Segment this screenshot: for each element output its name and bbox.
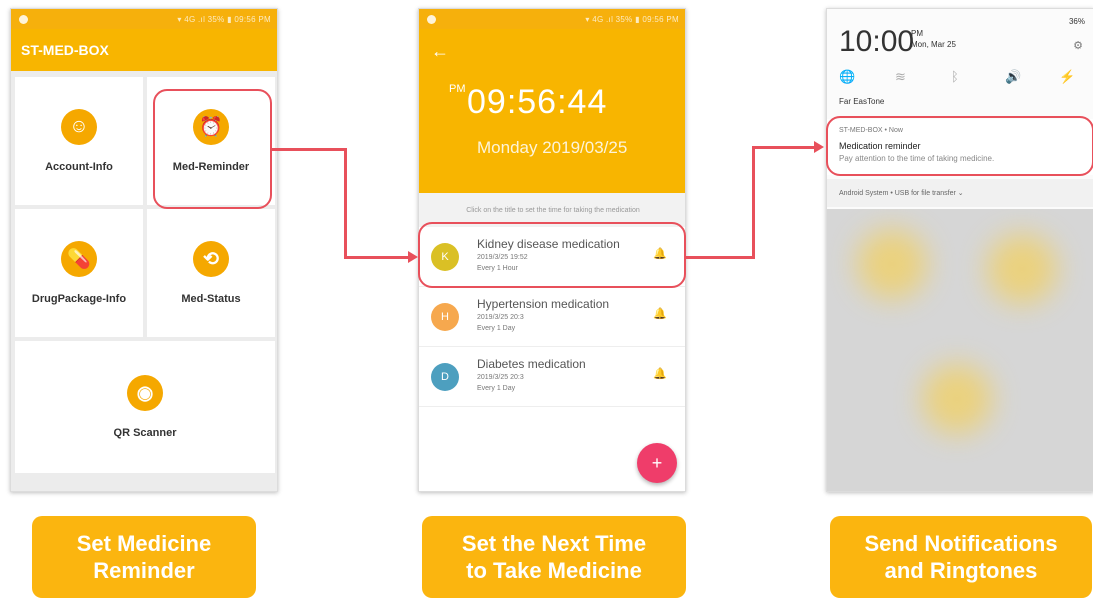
- add-medication-button[interactable]: +: [637, 443, 677, 483]
- app-title: ST-MED-BOX: [11, 29, 277, 71]
- gear-icon[interactable]: ⚙: [1073, 39, 1083, 52]
- back-arrow-icon[interactable]: ←: [431, 41, 449, 62]
- highlight-notification: [826, 116, 1093, 176]
- status-bar: ▾ 4G .ıl 35% ▮ 09:56 PM: [11, 9, 277, 29]
- system-notification[interactable]: Android System • USB for file transfer ⌄: [827, 179, 1093, 207]
- connector-line: [752, 146, 816, 149]
- medication-time: 2019/3/25 20:3: [477, 374, 524, 381]
- highlight-kidney-medication: [418, 222, 686, 288]
- status-bar: ▾ 4G .ıl 35% ▮ 09:56 PM: [419, 9, 685, 29]
- med-status-tile[interactable]: ⟲ Med-Status: [147, 209, 275, 337]
- tile-label: Med-Status: [181, 293, 241, 305]
- history-icon: ⟲: [193, 241, 229, 277]
- battery-level: 36%: [1068, 17, 1085, 26]
- caption-line: Reminder: [93, 558, 195, 583]
- connector-line: [752, 146, 755, 259]
- caption-line: Send Notifications: [864, 531, 1058, 556]
- connector-line: [686, 256, 754, 259]
- drug-package-info-tile[interactable]: 💊 DrugPackage-Info: [15, 209, 143, 337]
- ampm-label: PM: [449, 83, 466, 95]
- tile-label: DrugPackage-Info: [31, 293, 127, 305]
- medication-name[interactable]: Diabetes medication: [477, 357, 586, 371]
- blurred-shape: [857, 229, 927, 299]
- carrier-name: Far EasTone: [839, 97, 885, 106]
- flashlight-icon[interactable]: ⚡: [1059, 69, 1075, 85]
- caption-notifications: Send Notifications and Ringtones: [830, 516, 1092, 598]
- phone-notification-screen: 36% 10:00 PM Mon, Mar 25 ⚙ 🌐 ≋ ᛒ 🔊 ⚡ Far…: [826, 8, 1093, 492]
- network-icon[interactable]: 🌐: [839, 69, 855, 85]
- caption-line: and Ringtones: [884, 558, 1038, 583]
- avatar: H: [431, 303, 459, 331]
- medication-frequency: Every 1 Day: [477, 385, 516, 392]
- current-date: Monday 2019/03/25: [477, 138, 628, 157]
- qr-scanner-tile[interactable]: ◉ QR Scanner: [15, 341, 275, 473]
- connector-line: [344, 148, 347, 258]
- account-info-tile[interactable]: ☺ Account-Info: [15, 77, 143, 205]
- clock-header: ← PM 09:56:44 Monday 2019/03/25: [419, 29, 685, 193]
- caption-set-reminder: Set Medicine Reminder: [32, 516, 256, 598]
- phone-home-screen: ▾ 4G .ıl 35% ▮ 09:56 PM ST-MED-BOX ☺ Acc…: [10, 8, 278, 492]
- connector-line: [272, 148, 346, 151]
- connector-line: [344, 256, 410, 259]
- avatar: D: [431, 363, 459, 391]
- shade-clock: 10:00: [839, 25, 915, 58]
- caption-line: Set the Next Time: [461, 531, 647, 556]
- bell-icon[interactable]: 🔔: [653, 367, 667, 380]
- blurred-shape: [987, 234, 1057, 304]
- tile-label: Account-Info: [45, 161, 113, 173]
- medication-frequency: Every 1 Day: [477, 325, 516, 332]
- caption-line: Set Medicine: [76, 531, 212, 556]
- list-item[interactable]: D Diabetes medication 2019/3/25 20:3 Eve…: [419, 347, 685, 407]
- shade-ampm: PM: [911, 29, 923, 38]
- connector-arrowhead: [408, 251, 418, 263]
- bell-icon[interactable]: 🔔: [653, 307, 667, 320]
- shade-date: Mon, Mar 25: [911, 40, 956, 49]
- status-icon: [427, 14, 436, 24]
- highlight-med-reminder: [153, 89, 272, 209]
- pill-icon: 💊: [61, 241, 97, 277]
- notification-shade: 36% 10:00 PM Mon, Mar 25 ⚙ 🌐 ≋ ᛒ 🔊 ⚡ Far…: [827, 9, 1093, 209]
- wifi-icon[interactable]: ≋: [895, 69, 906, 85]
- medication-time: 2019/3/25 20:3: [477, 314, 524, 321]
- status-icon: [19, 14, 28, 24]
- tile-label: QR Scanner: [113, 427, 177, 439]
- sound-icon[interactable]: 🔊: [1005, 69, 1021, 85]
- connector-arrowhead: [814, 141, 824, 153]
- status-text: ▾ 4G .ıl 35% ▮ 09:56 PM: [177, 14, 271, 24]
- medication-name[interactable]: Hypertension medication: [477, 297, 609, 311]
- stage: ▾ 4G .ıl 35% ▮ 09:56 PM ST-MED-BOX ☺ Acc…: [0, 0, 1093, 599]
- blurred-shape: [922, 364, 992, 434]
- list-item[interactable]: H Hypertension medication 2019/3/25 20:3…: [419, 287, 685, 347]
- camera-aperture-icon: ◉: [127, 375, 163, 411]
- caption-line: to Take Medicine: [466, 558, 642, 583]
- status-text: ▾ 4G .ıl 35% ▮ 09:56 PM: [585, 14, 679, 24]
- current-time: 09:56:44: [467, 83, 608, 121]
- caption-next-time: Set the Next Time to Take Medicine: [422, 516, 686, 598]
- account-icon: ☺: [61, 109, 97, 145]
- bluetooth-icon[interactable]: ᛒ: [951, 69, 959, 84]
